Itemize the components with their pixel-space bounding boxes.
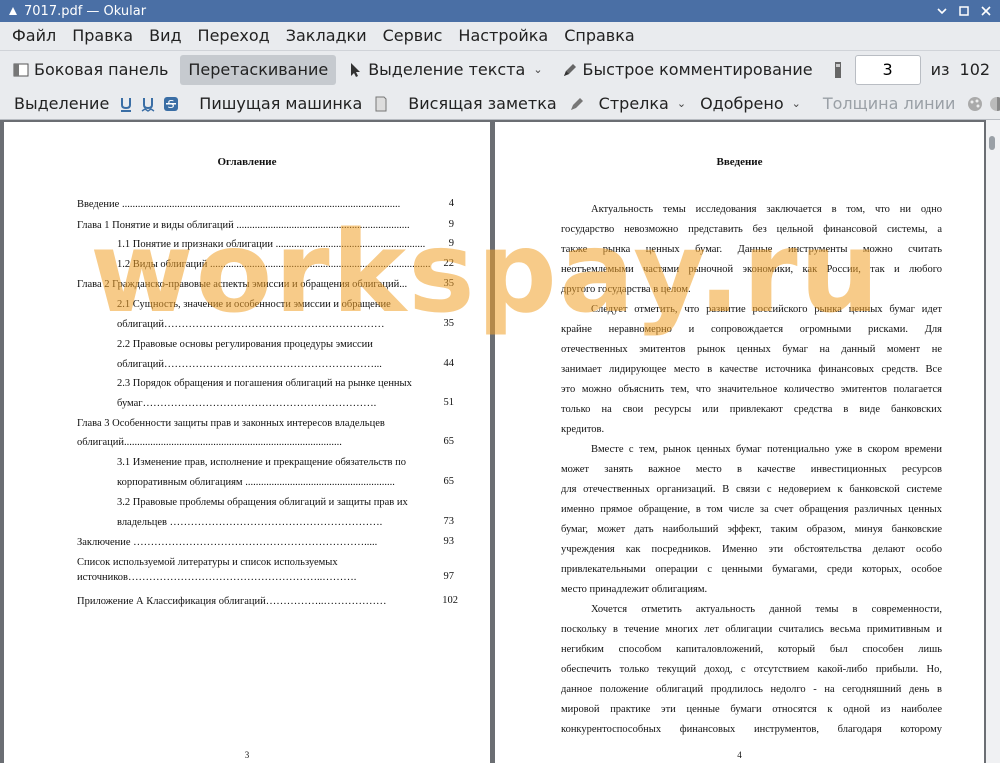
underline-icon[interactable] bbox=[119, 95, 133, 113]
page-number: 4 bbox=[737, 750, 742, 760]
line-width-label: Толщина линии bbox=[822, 94, 956, 113]
chevron-down-icon[interactable]: ⌄ bbox=[792, 97, 801, 110]
menu-edit[interactable]: Правка bbox=[64, 22, 141, 50]
typewriter-label: Пишущая машинка bbox=[199, 94, 363, 113]
toc-entry[interactable]: Глава 1 Понятие и виды облигаций .......… bbox=[77, 219, 447, 233]
sidebar-label: Боковая панель bbox=[34, 60, 169, 79]
toc-entry[interactable]: 3.2 Правовые проблемы обращения облигаци… bbox=[117, 496, 457, 510]
quick-comment-button[interactable]: Быстрое комментирование bbox=[555, 55, 819, 85]
typewriter-button[interactable]: Пишущая машинка bbox=[193, 89, 368, 119]
vertical-scrollbar[interactable] bbox=[986, 120, 1000, 763]
toc-entry[interactable]: Введение ...............................… bbox=[77, 198, 457, 212]
toc-page: 44 bbox=[443, 358, 455, 369]
toc-entry[interactable]: владельцев ……………………………………………………. bbox=[117, 516, 437, 530]
annotation-toolbar: Выделение S Пишущая машинка Висящая заме… bbox=[0, 88, 1000, 120]
selection-button[interactable]: Выделение bbox=[8, 89, 115, 119]
toc-entry[interactable]: облигаций……………………………………………………... bbox=[117, 358, 432, 372]
toc-entry[interactable]: 1.2 Виды облигаций .....................… bbox=[117, 258, 432, 272]
title-bar: 7017.pdf — Okular bbox=[0, 0, 1000, 22]
arrow-pen-icon[interactable] bbox=[569, 95, 585, 113]
toc-page: 65 bbox=[443, 476, 455, 487]
page-total-label: 102 bbox=[959, 60, 991, 79]
chevron-down-icon[interactable]: ⌄ bbox=[677, 97, 686, 110]
previous-page-icon[interactable] bbox=[833, 61, 843, 79]
toc-entry[interactable]: Глава 2 Гражданско-правовые аспекты эмис… bbox=[77, 278, 437, 292]
stamp-label: Одобрено bbox=[700, 94, 784, 113]
toc-page: 65 bbox=[443, 436, 455, 447]
toc-entry[interactable]: 2.3 Порядок обращения и погашения облига… bbox=[117, 377, 457, 391]
toc-entry[interactable]: бумаг…………………………………………………………. bbox=[117, 397, 432, 411]
toc-page: 51 bbox=[443, 397, 455, 408]
quick-comment-label: Быстрое комментирование bbox=[582, 60, 813, 79]
stamp-button[interactable]: Одобрено ⌄ bbox=[694, 89, 807, 119]
note-label: Висящая заметка bbox=[408, 94, 557, 113]
pdf-page-4: Введение Актуальность темы исследования … bbox=[495, 122, 984, 763]
page-of-label: из bbox=[930, 60, 950, 79]
toc-entry[interactable]: источников………………………………………………..………. bbox=[77, 571, 432, 585]
window-title: 7017.pdf — Okular bbox=[24, 3, 147, 19]
text-select-label: Выделение текста bbox=[368, 60, 526, 79]
toc-page: 22 bbox=[443, 258, 455, 269]
minimize-icon[interactable] bbox=[934, 3, 950, 19]
selection-label: Выделение bbox=[14, 94, 110, 113]
toc-page: 4 bbox=[448, 198, 454, 209]
pen-icon bbox=[561, 61, 579, 79]
pdf-page-3: Оглавление Введение ....................… bbox=[4, 122, 490, 763]
menu-go[interactable]: Переход bbox=[190, 22, 278, 50]
squiggly-underline-icon[interactable] bbox=[141, 95, 155, 113]
toc-page: 35 bbox=[443, 278, 455, 289]
toc-page: 102 bbox=[442, 595, 458, 606]
sidebar-button[interactable]: Боковая панель bbox=[6, 55, 174, 85]
toc-entry[interactable]: облигаций……………………………………………………… bbox=[117, 318, 432, 332]
opacity-icon[interactable] bbox=[989, 95, 1000, 113]
toc-entry[interactable]: Глава 3 Особенности защиты прав и законн… bbox=[77, 417, 457, 431]
menu-bar: Файл Правка Вид Переход Закладки Сервис … bbox=[0, 22, 1000, 50]
toc-entry[interactable]: Заключение …………………………………………………………..... bbox=[77, 536, 432, 550]
toc-entry[interactable]: 1.1 Понятие и признаки облигации .......… bbox=[117, 238, 447, 252]
toc-entry[interactable]: 2.1 Сущность, значение и особенности эми… bbox=[117, 298, 457, 312]
toc-page: 93 bbox=[443, 536, 455, 547]
scrollbar-thumb[interactable] bbox=[989, 136, 995, 150]
toc-entry[interactable]: 3.1 Изменение прав, исполнение и прекращ… bbox=[117, 456, 457, 470]
sidebar-icon bbox=[12, 61, 30, 79]
toc-entry[interactable]: корпоративным облигациям ...............… bbox=[117, 476, 442, 490]
page-number: 3 bbox=[244, 750, 250, 760]
toc-page: 35 bbox=[443, 318, 455, 329]
arrow-label: Стрелка bbox=[598, 94, 669, 113]
line-width-button[interactable]: Толщина линии bbox=[817, 89, 962, 119]
menu-settings[interactable]: Настройка bbox=[450, 22, 556, 50]
pop-up-note-button[interactable]: Висящая заметка bbox=[402, 89, 562, 119]
maximize-icon[interactable] bbox=[956, 3, 972, 19]
toc-page: 9 bbox=[448, 219, 454, 230]
intro-heading: Введение bbox=[716, 156, 763, 168]
note-icon[interactable] bbox=[374, 95, 388, 113]
toc-heading: Оглавление bbox=[217, 156, 277, 168]
text-select-button[interactable]: Выделение текста ⌄ bbox=[340, 55, 548, 85]
document-view[interactable]: Оглавление Введение ....................… bbox=[0, 120, 1000, 763]
chevron-down-icon[interactable]: ⌄ bbox=[533, 63, 542, 76]
menu-file[interactable]: Файл bbox=[4, 22, 64, 50]
toc-page: 97 bbox=[443, 571, 455, 582]
toc-entry[interactable]: 2.2 Правовые основы регулирования процед… bbox=[117, 338, 457, 352]
toc-entry[interactable]: Список используемой литературы и список … bbox=[77, 556, 457, 570]
intro-text: Актуальность темы исследования заключает… bbox=[561, 204, 942, 735]
main-toolbar: Боковая панель Перетаскивание Выделение … bbox=[0, 50, 1000, 88]
cursor-icon bbox=[346, 61, 364, 79]
drag-tool-button[interactable]: Перетаскивание bbox=[180, 54, 337, 85]
strikeout-icon[interactable]: S bbox=[163, 95, 179, 113]
color-palette-icon[interactable] bbox=[967, 95, 983, 113]
drag-label: Перетаскивание bbox=[188, 60, 329, 79]
arrow-button[interactable]: Стрелка ⌄ bbox=[593, 89, 692, 119]
page-number-input[interactable] bbox=[854, 54, 921, 85]
toc-entry[interactable]: Приложение А Классификация облигаций…………… bbox=[77, 595, 432, 609]
toc-page: 9 bbox=[448, 238, 454, 249]
menu-bookmarks[interactable]: Закладки bbox=[278, 22, 375, 50]
close-icon[interactable] bbox=[978, 3, 994, 19]
toc-page: 73 bbox=[443, 516, 455, 527]
menu-view[interactable]: Вид bbox=[141, 22, 189, 50]
okular-app-icon bbox=[6, 4, 20, 18]
toc-entry[interactable]: облигаций...............................… bbox=[77, 436, 432, 450]
menu-help[interactable]: Справка bbox=[556, 22, 643, 50]
menu-tools[interactable]: Сервис bbox=[375, 22, 451, 50]
